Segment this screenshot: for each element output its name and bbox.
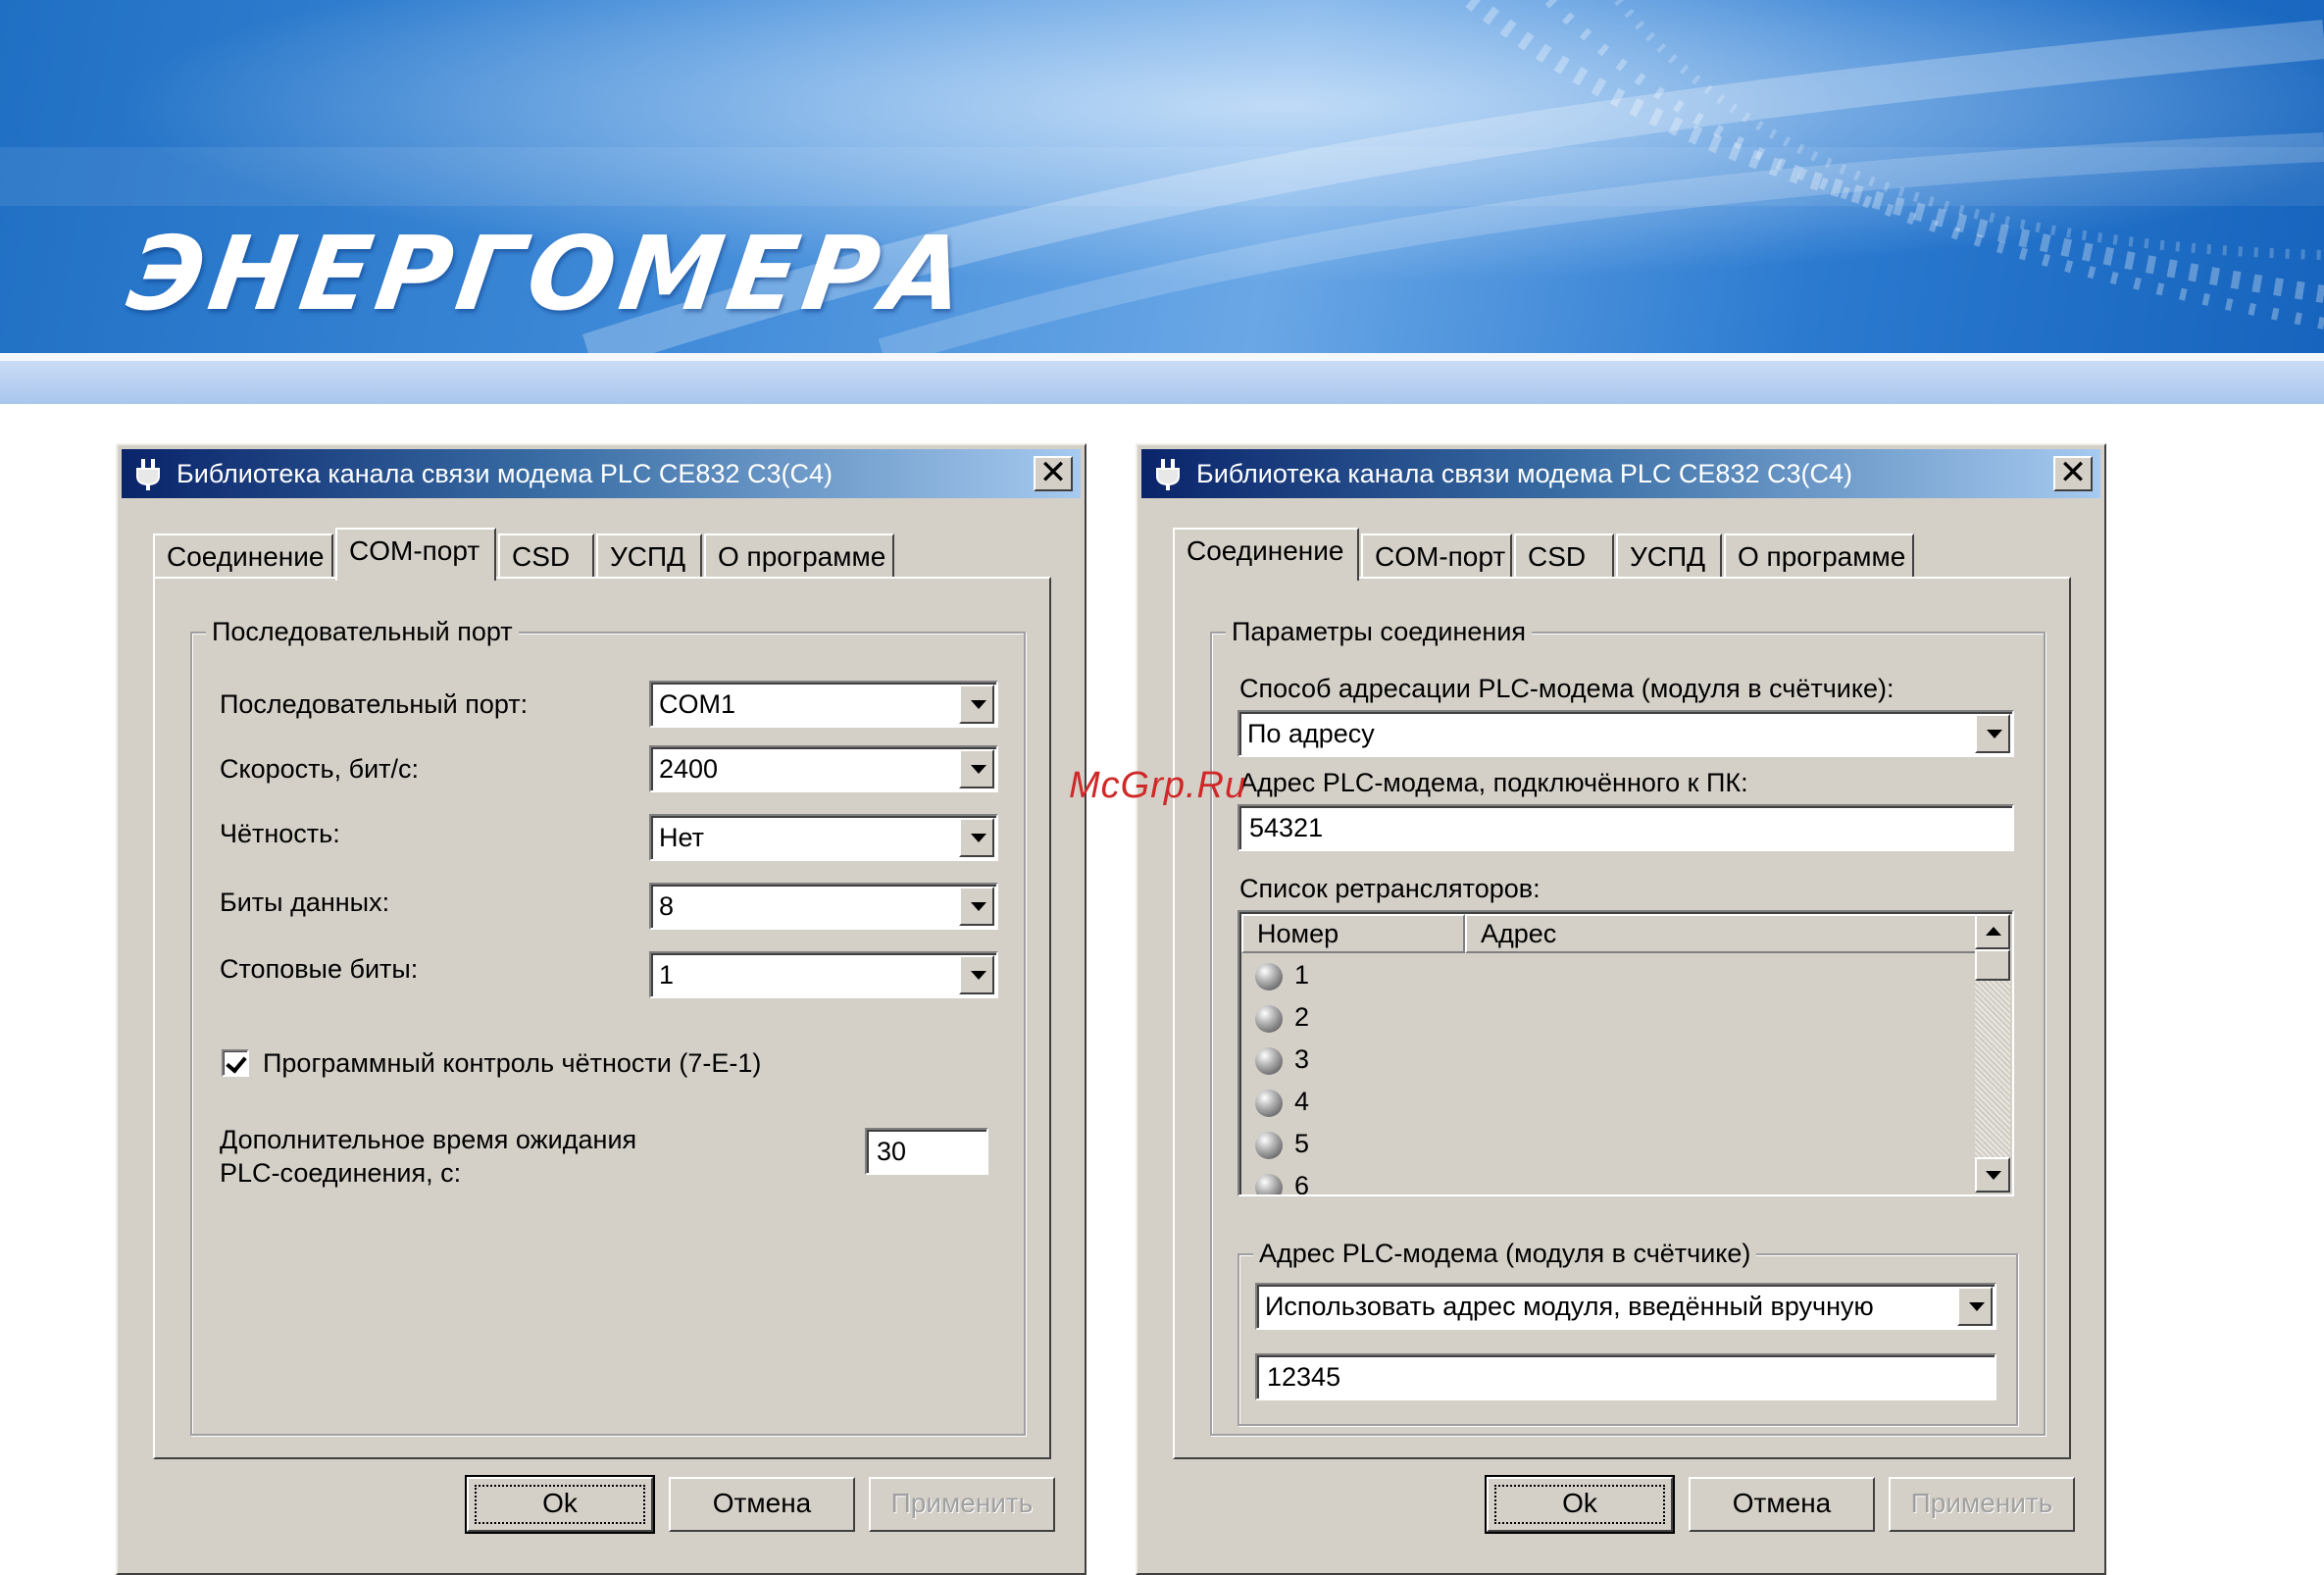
plug-icon (136, 459, 160, 490)
row-number: 1 (1294, 960, 1310, 990)
timeout-label-line2: PLC-соединения, с: (220, 1158, 462, 1188)
module-address-mode-select[interactable]: Использовать адрес модуля, введённый вру… (1255, 1283, 1996, 1330)
tab-connection[interactable]: Соединение (1173, 528, 1359, 581)
scroll-up-button[interactable] (1975, 914, 2010, 949)
select-value: Использовать адрес модуля, введённый вру… (1265, 1292, 1874, 1321)
status-dot-icon (1255, 1132, 1283, 1159)
focus-ring (1494, 1485, 1665, 1524)
data-bits-select[interactable]: 8 (649, 883, 998, 930)
tab-csd[interactable]: CSD (1514, 533, 1614, 579)
dialog-titlebar[interactable]: Библиотека канала связи модема PLC CE832… (122, 449, 1081, 498)
select-value: COM1 (659, 689, 736, 719)
tab-com-port[interactable]: COM-порт (335, 528, 496, 581)
baud-rate-select[interactable]: 2400 (649, 745, 998, 792)
chevron-down-icon[interactable] (1957, 1287, 1993, 1326)
tab-csd[interactable]: CSD (498, 533, 594, 579)
serial-port-group: Последовательный порт Последовательный п… (190, 616, 1026, 1436)
column-header-address[interactable]: Адрес (1465, 914, 1977, 953)
cancel-button[interactable]: Отмена (1689, 1477, 1875, 1532)
status-dot-icon (1255, 1174, 1283, 1194)
watermark-text: McGrp.Ru (1069, 765, 1247, 806)
apply-button[interactable]: Применить (869, 1477, 1055, 1532)
plug-icon (1156, 459, 1180, 490)
group-title: Последовательный порт (206, 616, 519, 647)
tab-uspd[interactable]: УСПД (1616, 533, 1722, 579)
select-value: 2400 (659, 754, 719, 784)
connection-dialog: Библиотека канала связи модема PLC CE832… (1136, 443, 2106, 1575)
tab-com-port[interactable]: COM-порт (1361, 533, 1512, 579)
tab-about[interactable]: О программе (1724, 533, 1914, 579)
serial-port-select[interactable]: COM1 (649, 681, 998, 728)
apply-button[interactable]: Применить (1889, 1477, 2075, 1532)
ok-button[interactable]: Ok (465, 1475, 655, 1534)
select-value: 1 (659, 960, 675, 990)
chevron-down-icon[interactable] (959, 685, 994, 724)
dialog-title: Библиотека канала связи модема PLC CE832… (1196, 459, 1852, 488)
chevron-down-icon[interactable] (959, 955, 994, 994)
pc-modem-address-label: Адрес PLC-модема, подключённого к ПК: (1239, 768, 1748, 797)
column-header-number[interactable]: Номер (1241, 914, 1465, 953)
dialog-title: Библиотека канала связи модема PLC CE832… (177, 459, 833, 488)
banner-strip (0, 361, 2324, 404)
addressing-select[interactable]: По адресу (1238, 710, 2014, 757)
select-value: По адресу (1247, 719, 1375, 748)
close-button[interactable]: ✕ (2053, 456, 2093, 491)
chevron-down-icon[interactable] (959, 887, 994, 926)
group-title: Адрес PLC-модема (модуля в счётчике) (1253, 1238, 1757, 1269)
row-number: 3 (1294, 1044, 1310, 1074)
chevron-down-icon[interactable] (1975, 714, 2010, 753)
row-number: 4 (1294, 1087, 1310, 1116)
timeout-input[interactable]: 30 (865, 1128, 988, 1175)
parity-select[interactable]: Нет (649, 814, 998, 861)
status-dot-icon (1255, 963, 1283, 991)
module-address-group: Адрес PLC-модема (модуля в счётчике) Исп… (1238, 1238, 2018, 1426)
row-number: 5 (1294, 1129, 1310, 1158)
tab-about[interactable]: О программе (704, 533, 894, 579)
parity-check-checkbox[interactable] (222, 1049, 249, 1077)
serial-port-label: Последовательный порт: (220, 689, 529, 719)
pc-modem-address-input[interactable]: 54321 (1238, 804, 2014, 851)
group-title: Параметры соединения (1226, 616, 1533, 647)
chevron-down-icon[interactable] (959, 749, 994, 788)
scroll-down-button[interactable] (1975, 1157, 2010, 1193)
module-address-input[interactable]: 12345 (1255, 1353, 1996, 1400)
connection-params-group: Параметры соединения Способ адресации PL… (1210, 616, 2046, 1436)
focus-ring (475, 1485, 645, 1524)
parity-check-label: Программный контроль чётности (7-E-1) (263, 1048, 762, 1078)
parity-label: Чётность: (220, 819, 340, 848)
row-number: 2 (1294, 1002, 1310, 1032)
addressing-label: Способ адресации PLC-модема (модуля в сч… (1239, 674, 1895, 703)
row-number: 6 (1294, 1171, 1310, 1196)
vertical-scrollbar[interactable] (1975, 914, 2010, 1193)
tab-connection[interactable]: Соединение (153, 533, 333, 579)
status-dot-icon (1255, 1005, 1283, 1033)
com-port-dialog: Библиотека канала связи модема PLC CE832… (116, 443, 1086, 1575)
input-value: 12345 (1267, 1362, 1341, 1392)
dialog-titlebar[interactable]: Библиотека канала связи модема PLC CE832… (1141, 449, 2100, 498)
com-port-panel: Последовательный порт Последовательный п… (153, 577, 1051, 1459)
timeout-label-line1: Дополнительное время ожидания (220, 1125, 637, 1154)
cancel-button[interactable]: Отмена (669, 1477, 855, 1532)
select-value: Нет (659, 823, 704, 852)
status-dot-icon (1255, 1090, 1283, 1117)
banner-divider (0, 353, 2324, 361)
connection-panel: Параметры соединения Способ адресации PL… (1173, 577, 2071, 1459)
repeaters-list[interactable]: Номер Адрес 1 2 3 4 5 6 (1238, 910, 2014, 1196)
chevron-down-icon[interactable] (959, 818, 994, 857)
baud-rate-label: Скорость, бит/с: (220, 754, 420, 784)
input-value: 54321 (1249, 813, 1324, 842)
data-bits-label: Биты данных: (220, 888, 390, 917)
header-banner: ЭНЕРГОМЕРА (0, 0, 2324, 353)
select-value: 8 (659, 891, 675, 921)
close-button[interactable]: ✕ (1034, 456, 1073, 491)
scrollbar-thumb[interactable] (1975, 949, 2010, 981)
energomera-logo: ЭНЕРГОМЕРА (121, 214, 979, 333)
ok-button[interactable]: Ok (1485, 1475, 1675, 1534)
stop-bits-select[interactable]: 1 (649, 951, 998, 998)
status-dot-icon (1255, 1047, 1283, 1075)
stop-bits-label: Стоповые биты: (220, 954, 419, 984)
input-value: 30 (877, 1137, 907, 1166)
tab-uspd[interactable]: УСПД (596, 533, 702, 579)
repeaters-label: Список ретрансляторов: (1239, 874, 1541, 903)
